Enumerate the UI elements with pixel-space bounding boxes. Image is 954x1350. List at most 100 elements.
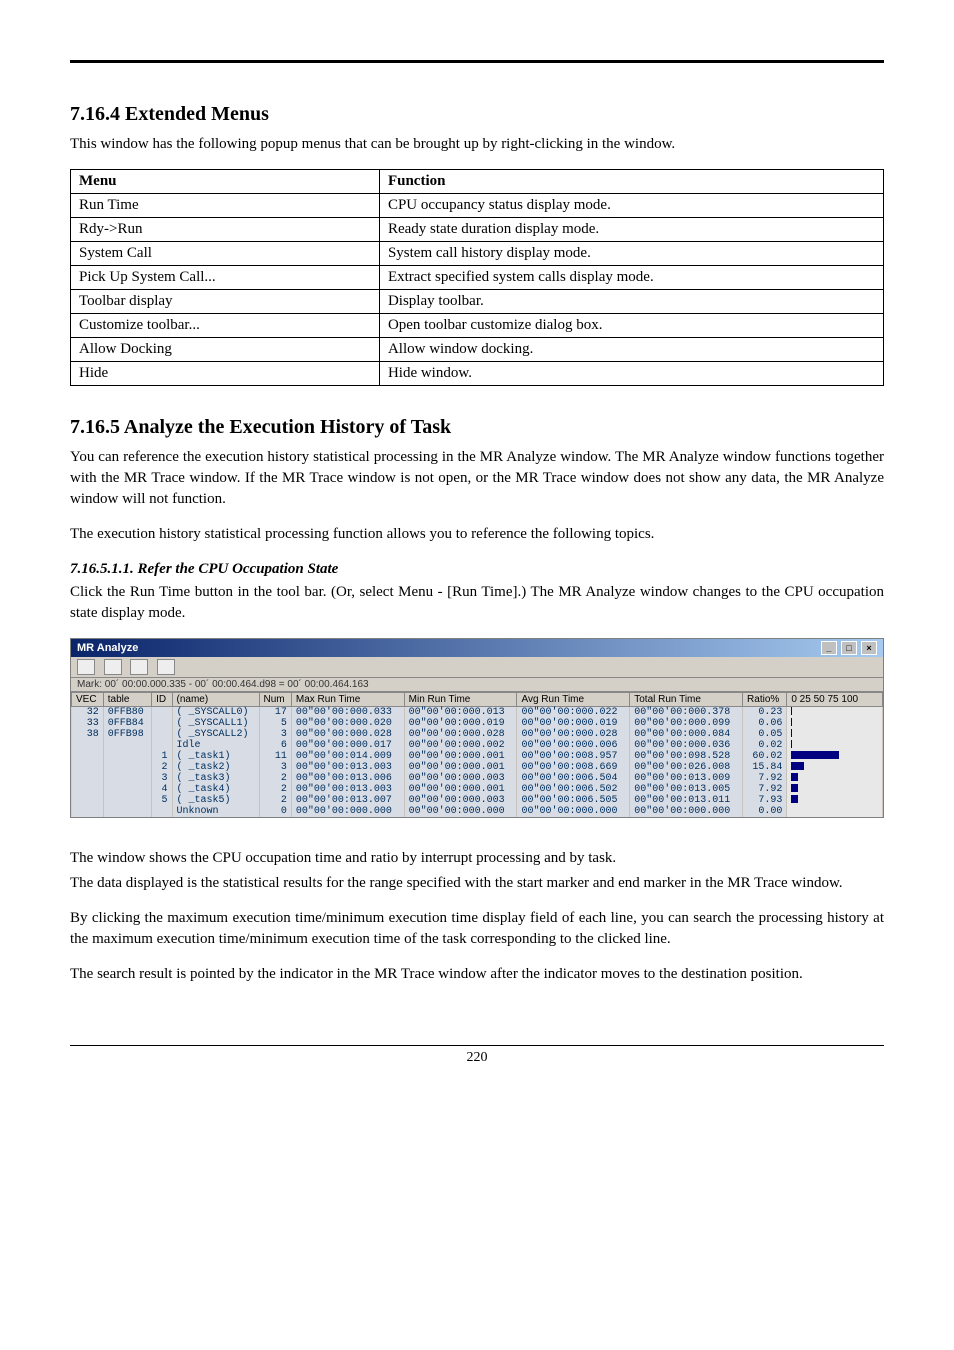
func-cell: Display toolbar. — [379, 290, 883, 314]
table-row: System CallSystem call history display m… — [71, 242, 884, 266]
cell: 4 — [152, 784, 172, 795]
menu-cell: Hide — [71, 362, 380, 386]
cell — [152, 707, 172, 719]
table-row[interactable]: 4( _task4)200"00'00:013.00300"00'00:000.… — [72, 784, 883, 795]
ratio-bar — [791, 707, 792, 715]
table-row[interactable]: Idle600"00'00:000.01700"00'00:000.00200"… — [72, 740, 883, 751]
para: The window shows the CPU occupation time… — [70, 848, 884, 869]
table-row: HideHide window. — [71, 362, 884, 386]
table-row[interactable]: 3( _task3)200"00'00:013.00600"00'00:000.… — [72, 773, 883, 784]
col-header[interactable]: VEC — [72, 693, 104, 707]
col-header[interactable]: Ratio% — [743, 693, 787, 707]
cell: 2 — [152, 762, 172, 773]
menu-cell: Customize toolbar... — [71, 314, 380, 338]
page-number: 220 — [467, 1050, 488, 1065]
table-row[interactable]: 380FFB98( _SYSCALL2)300"00'00:000.02800"… — [72, 729, 883, 740]
ratio-bar-cell — [787, 729, 883, 740]
func-cell: Allow window docking. — [379, 338, 883, 362]
col-header[interactable]: Max Run Time — [291, 693, 404, 707]
menu-cell: Allow Docking — [71, 338, 380, 362]
cell: 5 — [259, 718, 291, 729]
ratio-bar-cell — [787, 718, 883, 729]
sub-heading: 7.16.5.1.1. Refer the CPU Occupation Sta… — [70, 561, 884, 578]
ratio-bar — [791, 751, 839, 759]
cell: 0FFB80 — [103, 707, 151, 719]
cell: 7.92 — [743, 784, 787, 795]
ratio-bar — [791, 795, 798, 803]
cell — [103, 795, 151, 806]
table-row: Allow DockingAllow window docking. — [71, 338, 884, 362]
cell: 00"00'00:000.019 — [517, 718, 630, 729]
cell: 00"00'00:000.000 — [517, 806, 630, 817]
col-header[interactable]: ID — [152, 693, 172, 707]
toolbar — [71, 657, 883, 678]
ratio-bar-cell — [787, 773, 883, 784]
cell: 2 — [259, 784, 291, 795]
window-title: MR Analyze — [77, 642, 138, 654]
cell: 00"00'00:000.001 — [404, 784, 517, 795]
col-header[interactable]: Total Run Time — [630, 693, 743, 707]
cell — [72, 806, 104, 817]
table-row[interactable]: 320FFB80( _SYSCALL0)1700"00'00:000.03300… — [72, 707, 883, 719]
cell — [103, 784, 151, 795]
cell — [72, 795, 104, 806]
cell: 00"00'00:000.017 — [291, 740, 404, 751]
col-header[interactable]: Num — [259, 693, 291, 707]
toolbar-button[interactable] — [77, 659, 95, 675]
cell — [152, 718, 172, 729]
ratio-bar — [791, 784, 798, 792]
ratio-bar-cell — [787, 740, 883, 751]
cell: 00"00'00:000.033 — [291, 707, 404, 719]
cell: 00"00'00:000.000 — [630, 806, 743, 817]
cell: Idle — [172, 740, 259, 751]
minimize-icon[interactable]: _ — [821, 641, 837, 655]
col-header[interactable]: (name) — [172, 693, 259, 707]
table-row[interactable]: 330FFB84( _SYSCALL1)500"00'00:000.02000"… — [72, 718, 883, 729]
col-header[interactable]: Avg Run Time — [517, 693, 630, 707]
toolbar-button[interactable] — [104, 659, 122, 675]
ratio-bar-cell — [787, 784, 883, 795]
cell — [103, 751, 151, 762]
para: By clicking the maximum execution time/m… — [70, 908, 884, 950]
table-row[interactable]: Unknown000"00'00:000.00000"00'00:000.000… — [72, 806, 883, 817]
col-header[interactable]: table — [103, 693, 151, 707]
cell: 3 — [259, 762, 291, 773]
cell: 00"00'00:000.001 — [404, 751, 517, 762]
cell: 00"00'00:013.007 — [291, 795, 404, 806]
maximize-icon[interactable]: □ — [841, 641, 857, 655]
page-footer: 220 — [70, 1045, 884, 1066]
table-row[interactable]: 2( _task2)300"00'00:013.00300"00'00:000.… — [72, 762, 883, 773]
cell: 00"00'00:006.504 — [517, 773, 630, 784]
menu-cell: Pick Up System Call... — [71, 266, 380, 290]
cell: 00"00'00:026.008 — [630, 762, 743, 773]
func-cell: Hide window. — [379, 362, 883, 386]
toolbar-button[interactable] — [130, 659, 148, 675]
table-row[interactable]: 5( _task5)200"00'00:013.00700"00'00:000.… — [72, 795, 883, 806]
cell: ( _task5) — [172, 795, 259, 806]
para: The search result is pointed by the indi… — [70, 964, 884, 985]
func-cell: CPU occupancy status display mode. — [379, 194, 883, 218]
cell — [103, 740, 151, 751]
cell: 1 — [152, 751, 172, 762]
cell: ( _task3) — [172, 773, 259, 784]
cell: 00"00'00:000.000 — [404, 806, 517, 817]
cell: 0.00 — [743, 806, 787, 817]
para: The data displayed is the statistical re… — [70, 873, 884, 894]
window-controls: _ □ × — [820, 641, 877, 655]
cell: 00"00'00:000.378 — [630, 707, 743, 719]
toolbar-button[interactable] — [157, 659, 175, 675]
cell — [72, 751, 104, 762]
cell: 00"00'00:000.020 — [291, 718, 404, 729]
cell — [152, 729, 172, 740]
cell — [103, 773, 151, 784]
cell: ( _task4) — [172, 784, 259, 795]
col-header[interactable]: Min Run Time — [404, 693, 517, 707]
close-icon[interactable]: × — [861, 641, 877, 655]
table-row[interactable]: 1( _task1)1100"00'00:014.00900"00'00:000… — [72, 751, 883, 762]
titlebar[interactable]: MR Analyze _ □ × — [71, 639, 883, 657]
ratio-bar-cell — [787, 795, 883, 806]
section-heading-2: 7.16.5 Analyze the Execution History of … — [70, 416, 884, 439]
cell: 00"00'00:013.003 — [291, 762, 404, 773]
analyze-table: VECtableID(name)NumMax Run TimeMin Run T… — [71, 692, 883, 817]
para: Click the Run Time button in the tool ba… — [70, 582, 884, 624]
